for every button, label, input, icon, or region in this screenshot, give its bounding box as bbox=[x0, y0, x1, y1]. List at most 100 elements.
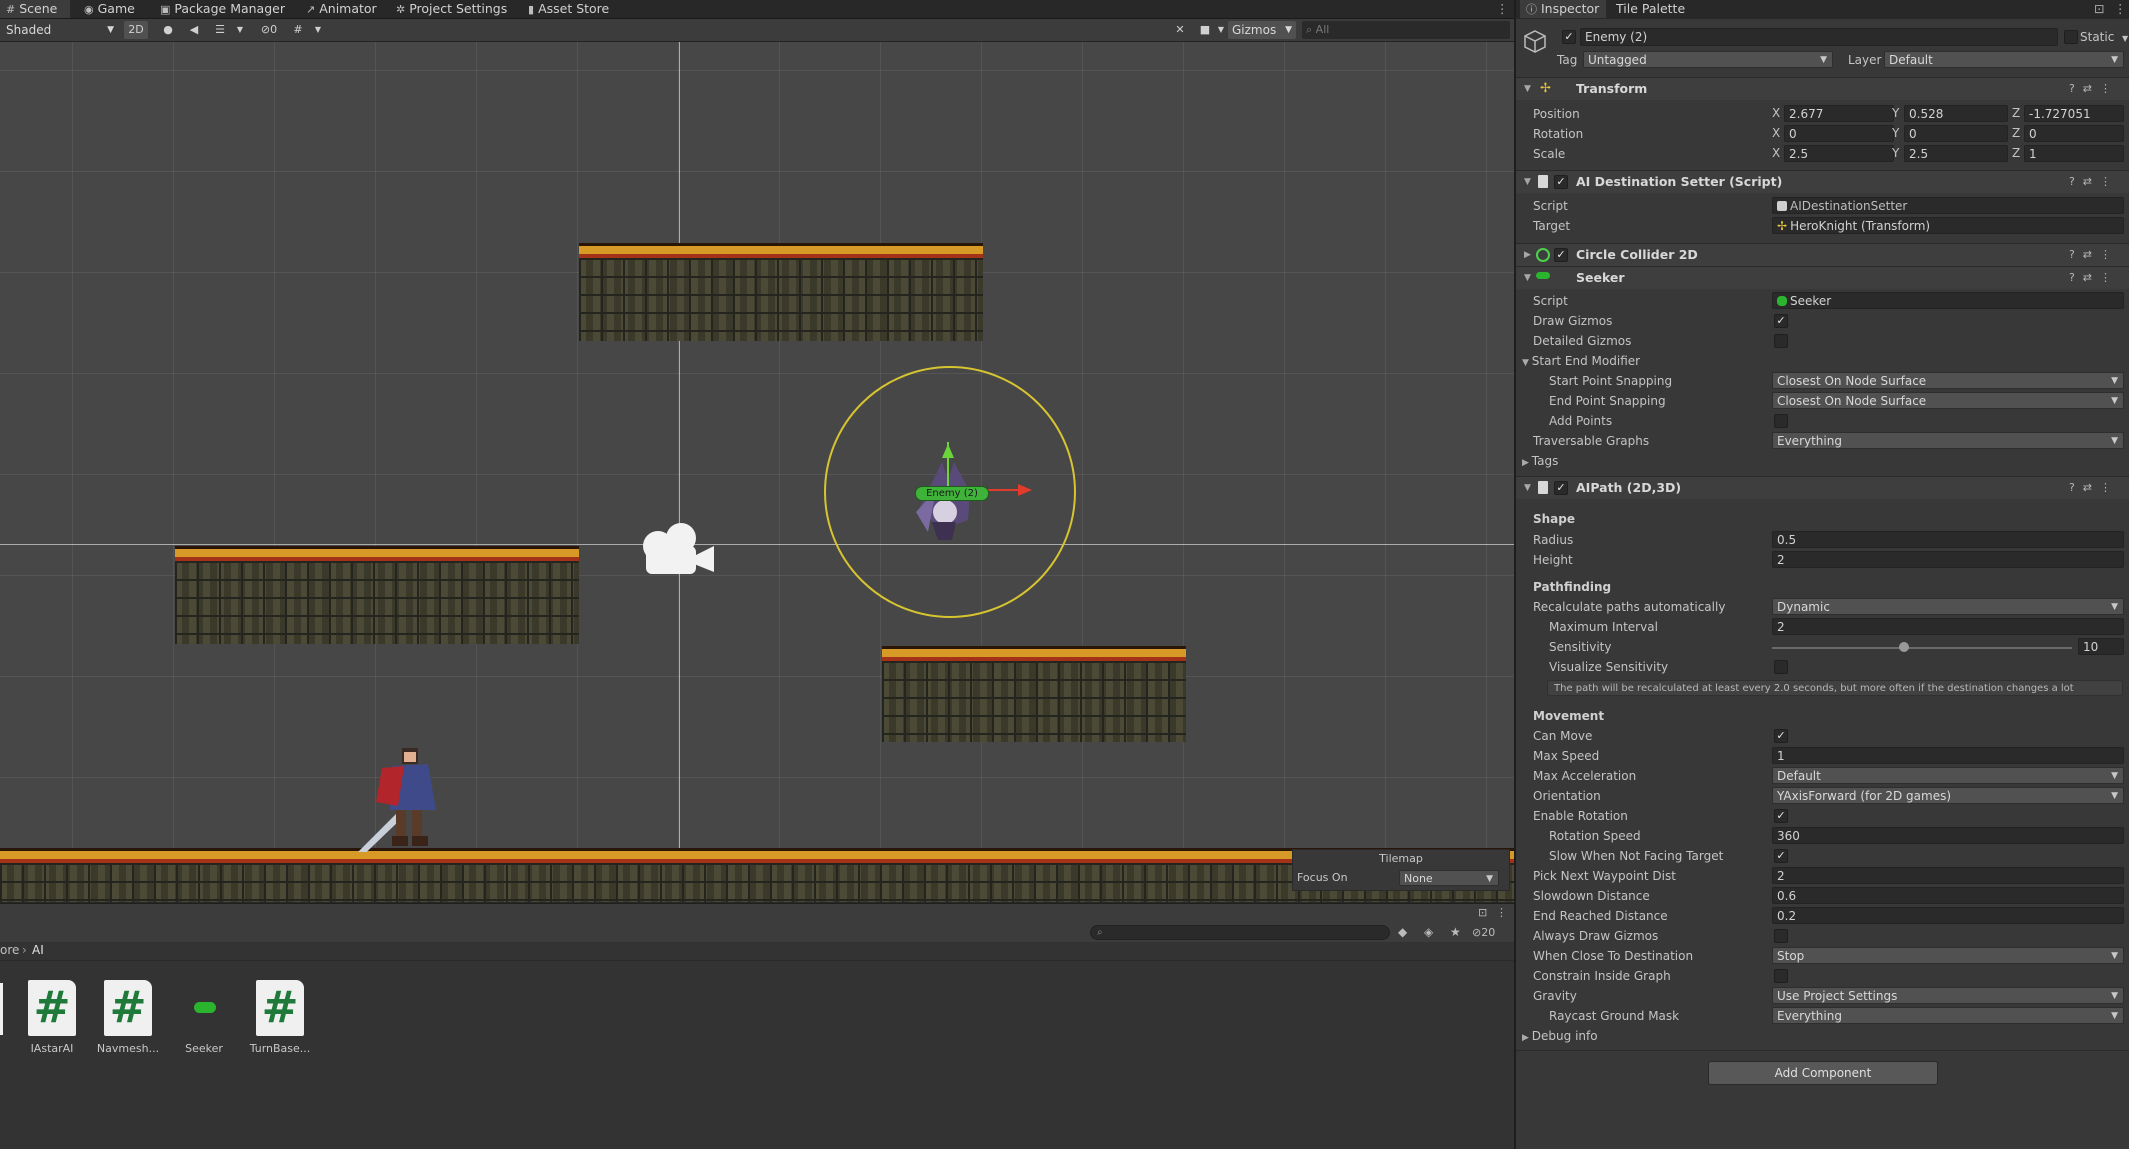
seeker-header[interactable]: ▼ Seeker ?⇄⋮ bbox=[1516, 266, 2129, 289]
scene-view[interactable]: Enemy (2) bbox=[0, 42, 1514, 902]
raycast-ground-mask-dropdown[interactable]: Everything ▼ bbox=[1772, 1007, 2124, 1024]
draw-gizmos-checkbox[interactable]: ✓ bbox=[1774, 314, 1788, 328]
component-enabled-checkbox[interactable]: ✓ bbox=[1554, 248, 1568, 262]
grid-icon[interactable]: # bbox=[290, 21, 306, 39]
detailed-gizmos-checkbox[interactable] bbox=[1774, 334, 1788, 348]
script-object-field[interactable]: AIDestinationSetter bbox=[1772, 197, 2124, 214]
ai-destination-setter-header[interactable]: ▼ ✓ AI Destination Setter (Script) ?⇄⋮ bbox=[1516, 170, 2129, 193]
visualize-sensitivity-checkbox[interactable] bbox=[1774, 660, 1788, 674]
rotation-y-field[interactable]: 0 bbox=[1904, 125, 2008, 142]
tab-menu-icon[interactable]: ⋮ bbox=[1496, 0, 1509, 18]
camera-gizmo-icon[interactable] bbox=[636, 516, 724, 580]
gravity-dropdown[interactable]: Use Project Settings ▼ bbox=[1772, 987, 2124, 1004]
tab-game[interactable]: ◉ Game bbox=[84, 0, 135, 18]
max-interval-field[interactable]: 2 bbox=[1772, 618, 2124, 635]
start-point-snapping-dropdown[interactable]: Closest On Node Surface ▼ bbox=[1772, 372, 2124, 389]
panel-menu-icon[interactable]: ⋮ bbox=[1496, 906, 1507, 919]
breadcrumb-current[interactable]: AI bbox=[32, 943, 44, 957]
tab-asset-store[interactable]: ▮ Asset Store bbox=[528, 0, 609, 18]
circle-collider-header[interactable]: ▶ ✓ Circle Collider 2D ?⇄⋮ bbox=[1516, 243, 2129, 266]
component-tools[interactable]: ?⇄⋮ bbox=[2069, 267, 2119, 289]
component-enabled-checkbox[interactable]: ✓ bbox=[1554, 175, 1568, 189]
tab-tile-palette[interactable]: Tile Palette bbox=[1616, 0, 1685, 18]
asset-turnbase[interactable]: # TurnBase... bbox=[240, 980, 320, 1055]
tab-project-settings[interactable]: ✲ Project Settings bbox=[396, 0, 507, 18]
scale-y-field[interactable]: 2.5 bbox=[1904, 145, 2008, 162]
pick-next-waypoint-field[interactable]: 2 bbox=[1772, 867, 2124, 884]
tab-scene[interactable]: # Scene bbox=[0, 0, 70, 18]
scale-z-field[interactable]: 1 bbox=[2024, 145, 2124, 162]
component-tools[interactable]: ?⇄⋮ bbox=[2069, 477, 2119, 499]
hero-knight-sprite[interactable] bbox=[346, 736, 466, 852]
always-draw-gizmos-checkbox[interactable] bbox=[1774, 929, 1788, 943]
end-point-snapping-dropdown[interactable]: Closest On Node Surface ▼ bbox=[1772, 392, 2124, 409]
radius-field[interactable]: 0.5 bbox=[1772, 531, 2124, 548]
audio-icon[interactable]: ◀ bbox=[186, 21, 202, 39]
camera-dropdown-icon[interactable]: ▼ bbox=[1216, 21, 1226, 39]
height-field[interactable]: 2 bbox=[1772, 551, 2124, 568]
rotation-z-field[interactable]: 0 bbox=[2024, 125, 2124, 142]
traversable-graphs-dropdown[interactable]: Everything ▼ bbox=[1772, 432, 2124, 449]
max-acceleration-dropdown[interactable]: Default ▼ bbox=[1772, 767, 2124, 784]
grid-dropdown-icon[interactable]: ▼ bbox=[312, 21, 324, 39]
sensitivity-slider-track[interactable] bbox=[1772, 647, 2072, 649]
tools-icon[interactable]: ✕ bbox=[1172, 21, 1188, 39]
component-enabled-checkbox[interactable]: ✓ bbox=[1554, 481, 1568, 495]
debug-info-foldout[interactable]: ▶ Debug info bbox=[1522, 1027, 1598, 1045]
breadcrumb-parent[interactable]: ore bbox=[0, 943, 19, 957]
orientation-dropdown[interactable]: YAxisForward (for 2D games) ▼ bbox=[1772, 787, 2124, 804]
asset-navmesh[interactable]: # Navmesh... bbox=[88, 980, 168, 1055]
layer-dropdown[interactable]: Default ▼ bbox=[1884, 51, 2124, 68]
lighting-icon[interactable]: ● bbox=[160, 21, 176, 39]
position-y-field[interactable]: 0.528 bbox=[1904, 105, 2008, 122]
aipath-header[interactable]: ▼ ✓ AIPath (2D,3D) ?⇄⋮ bbox=[1516, 476, 2129, 499]
static-dropdown-icon[interactable]: ▼ bbox=[2122, 30, 2128, 48]
sensitivity-field[interactable]: 10 bbox=[2078, 638, 2124, 655]
object-name-field[interactable]: Enemy (2) bbox=[1580, 28, 2058, 46]
tag-dropdown[interactable]: Untagged ▼ bbox=[1583, 51, 1833, 68]
recalculate-dropdown[interactable]: Dynamic ▼ bbox=[1772, 598, 2124, 615]
2d-mode-button[interactable]: 2D bbox=[124, 21, 148, 39]
static-checkbox[interactable] bbox=[2064, 30, 2078, 44]
add-component-button[interactable]: Add Component bbox=[1708, 1061, 1938, 1085]
favorite-star-icon[interactable]: ★ bbox=[1450, 925, 1461, 939]
effects-icon[interactable]: ☰ bbox=[212, 21, 228, 39]
transform-header[interactable]: ▼ ✢ Transform ?⇄⋮ bbox=[1516, 77, 2129, 100]
scene-search-input[interactable]: ⌕ All bbox=[1302, 21, 1510, 39]
asset-iastarai[interactable]: # IAstarAI bbox=[12, 980, 92, 1055]
hidden-assets-toggle[interactable]: ⊘20 bbox=[1472, 926, 1495, 939]
shading-mode-dropdown[interactable]: Shaded ▼ bbox=[2, 21, 118, 39]
component-tools[interactable]: ?⇄⋮ bbox=[2069, 78, 2119, 100]
sensitivity-slider-knob[interactable] bbox=[1899, 642, 1909, 652]
position-z-field[interactable]: -1.727051 bbox=[2024, 105, 2124, 122]
end-reached-distance-field[interactable]: 0.2 bbox=[1772, 907, 2124, 924]
project-search-input[interactable]: ⌕ bbox=[1090, 925, 1390, 940]
can-move-checkbox[interactable]: ✓ bbox=[1774, 729, 1788, 743]
start-end-modifier-foldout[interactable]: ▼ Start End Modifier bbox=[1522, 352, 1640, 370]
tab-animator[interactable]: ↗ Animator bbox=[306, 0, 377, 18]
target-object-field[interactable]: ✢ HeroKnight (Transform) bbox=[1772, 217, 2124, 234]
rotation-x-field[interactable]: 0 bbox=[1784, 125, 1894, 142]
scale-x-field[interactable]: 2.5 bbox=[1784, 145, 1894, 162]
lock-icon[interactable]: ⊡ bbox=[1478, 906, 1487, 919]
gizmos-dropdown[interactable]: Gizmos ▼ bbox=[1228, 21, 1296, 39]
filter-by-label-icon[interactable]: ◈ bbox=[1424, 925, 1433, 939]
focus-on-dropdown[interactable]: None ▼ bbox=[1399, 870, 1499, 886]
rotation-speed-field[interactable]: 360 bbox=[1772, 827, 2124, 844]
move-x-handle-icon[interactable] bbox=[1018, 484, 1032, 496]
camera-icon[interactable]: ■ bbox=[1196, 21, 1214, 39]
enemy-sprite[interactable] bbox=[916, 462, 970, 540]
slow-when-not-facing-checkbox[interactable]: ✓ bbox=[1774, 849, 1788, 863]
effects-dropdown-icon[interactable]: ▼ bbox=[234, 21, 246, 39]
filter-by-type-icon[interactable]: ◆ bbox=[1398, 925, 1407, 939]
seeker-script-field[interactable]: Seeker bbox=[1772, 292, 2124, 309]
slowdown-distance-field[interactable]: 0.6 bbox=[1772, 887, 2124, 904]
move-y-handle-icon[interactable] bbox=[942, 444, 954, 458]
enable-rotation-checkbox[interactable]: ✓ bbox=[1774, 809, 1788, 823]
constrain-inside-graph-checkbox[interactable] bbox=[1774, 969, 1788, 983]
tab-inspector[interactable]: ⓘ Inspector bbox=[1520, 0, 1606, 18]
max-speed-field[interactable]: 1 bbox=[1772, 747, 2124, 764]
tab-package-manager[interactable]: ▣ Package Manager bbox=[160, 0, 285, 18]
when-close-dropdown[interactable]: Stop ▼ bbox=[1772, 947, 2124, 964]
asset-seeker[interactable]: Seeker bbox=[164, 980, 244, 1055]
